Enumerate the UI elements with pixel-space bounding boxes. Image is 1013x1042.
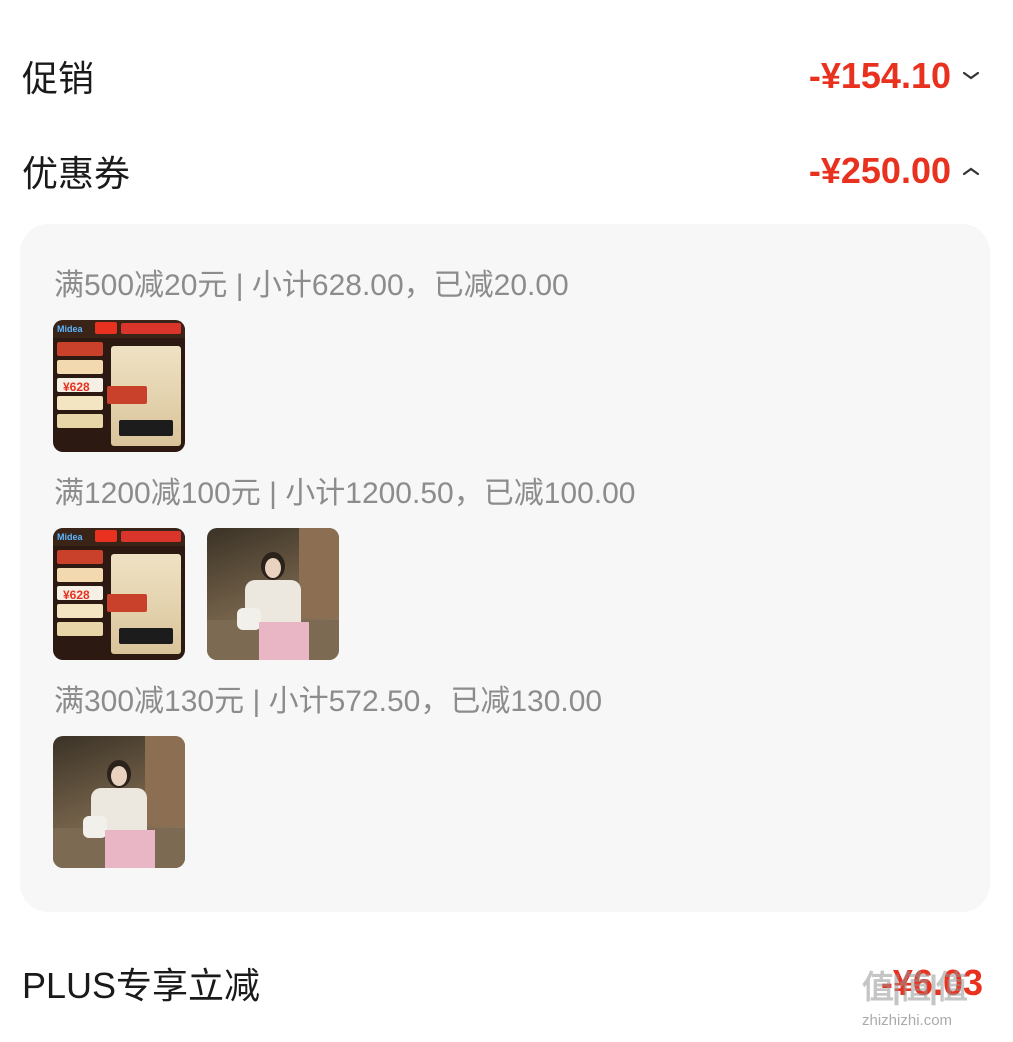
coupon-label: 优惠券 [22, 153, 131, 194]
coupon-group-title: 满500减20元 | 小计628.00，已减20.00 [54, 269, 569, 302]
plus-discount-row[interactable]: PLUS专享立减 -¥6.03 [22, 956, 983, 1010]
coupon-group-title: 满300减130元 | 小计572.50，已减130.00 [54, 685, 603, 718]
product-thumbnail-water-heater[interactable]: Midea ¥628 [53, 320, 185, 452]
thumb-price: ¥628 [63, 588, 90, 602]
product-thumbnail-fashion-photo[interactable] [53, 736, 185, 868]
brand-logo: Midea [57, 532, 83, 542]
coupon-group-title: 满1200减100元 | 小计1200.50，已减100.00 [54, 477, 636, 510]
coupon-row[interactable]: 优惠券 -¥250.00 [22, 145, 983, 197]
thumb-price: ¥628 [63, 380, 90, 394]
product-thumbnail-water-heater[interactable]: Midea ¥628 [53, 528, 185, 660]
watermark-logo: 值|值|值 [862, 969, 968, 1005]
plus-discount-label: PLUS专享立减 [22, 965, 261, 1006]
coupon-detail-panel: 满500减20元 | 小计628.00，已减20.00 Midea ¥628 满… [20, 224, 990, 912]
watermark-url: zhizhizhi.com [862, 1012, 953, 1029]
coupon-amount: -¥250.00 [808, 150, 951, 191]
promotion-label: 促销 [22, 58, 95, 99]
brand-logo: Midea [57, 324, 83, 334]
promotion-row[interactable]: 促销 -¥154.10 [22, 50, 983, 102]
chevron-down-icon[interactable] [959, 64, 983, 88]
chevron-up-icon[interactable] [959, 159, 983, 183]
product-thumbnail-fashion-photo[interactable] [207, 528, 339, 660]
promotion-amount: -¥154.10 [808, 55, 951, 96]
